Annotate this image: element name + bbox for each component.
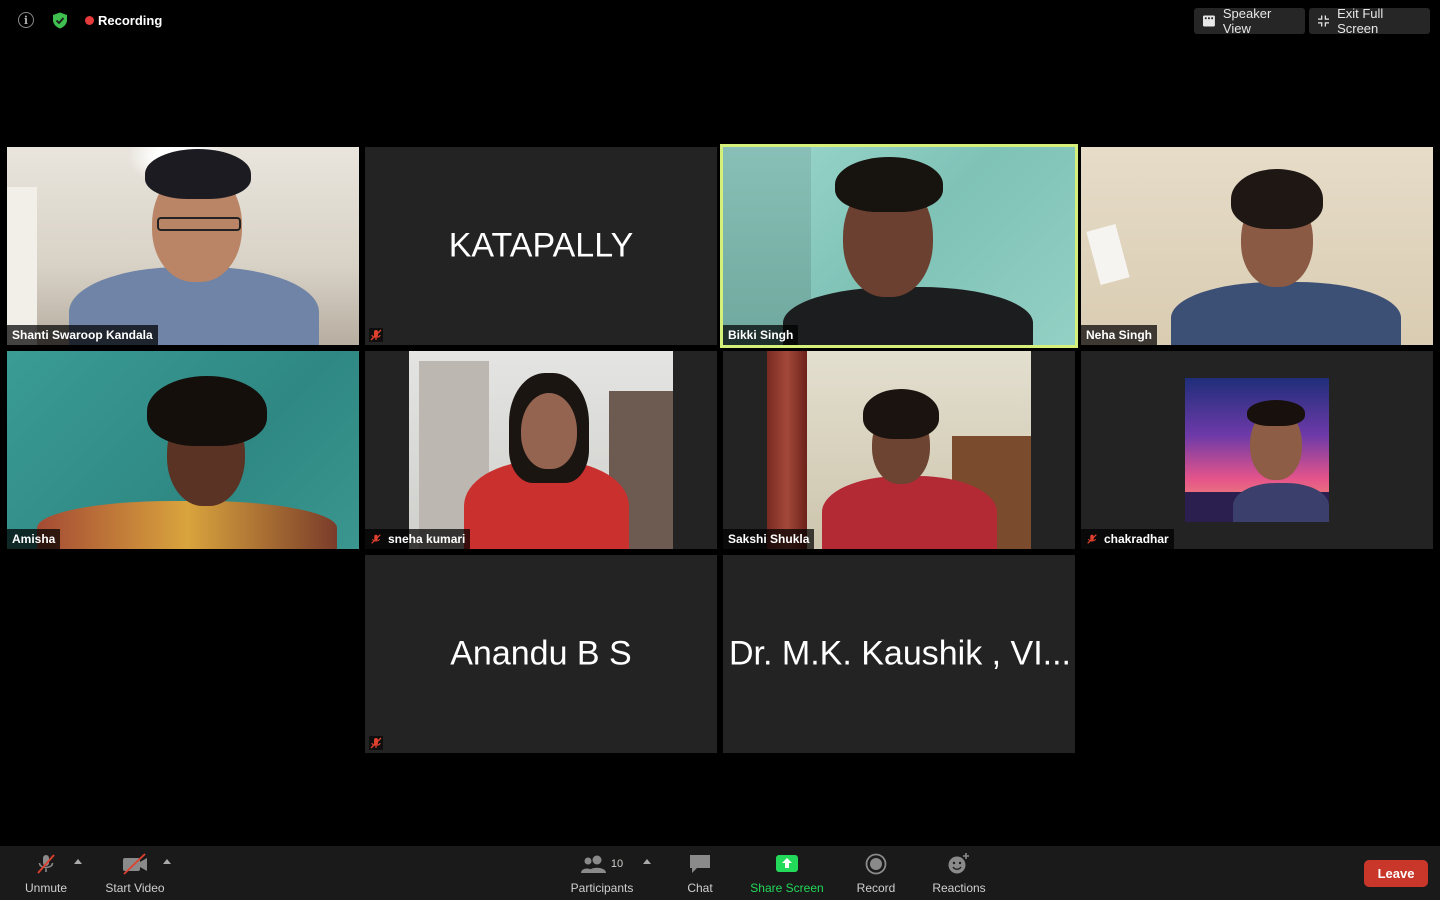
share-screen-icon bbox=[776, 855, 798, 872]
exit-full-screen-icon bbox=[1318, 15, 1330, 27]
participant-display-name: Anandu B S bbox=[450, 634, 632, 673]
share-screen-label: Share Screen bbox=[750, 881, 824, 895]
chat-icon bbox=[690, 855, 710, 873]
speaker-view-label: Speaker View bbox=[1222, 6, 1272, 36]
video-tile-anandu[interactable]: Anandu B S bbox=[365, 555, 717, 753]
top-bar: i Recording Speaker View Exit Full Scree… bbox=[0, 0, 1440, 42]
video-tile-katapally[interactable]: KATAPALLY bbox=[365, 147, 717, 345]
participants-icon bbox=[580, 855, 606, 873]
recording-dot-icon bbox=[85, 16, 94, 25]
share-screen-button[interactable]: Share Screen bbox=[747, 852, 827, 895]
participant-video bbox=[1081, 147, 1433, 345]
speaker-view-icon bbox=[1203, 15, 1215, 27]
meeting-info-icon[interactable]: i bbox=[18, 12, 34, 28]
participant-name-label: Neha Singh bbox=[1081, 325, 1158, 345]
reactions-icon bbox=[948, 853, 969, 874]
video-off-icon bbox=[123, 853, 147, 875]
participant-name-label: chakradhar bbox=[1081, 529, 1174, 549]
participants-button[interactable]: 10 Participants bbox=[566, 852, 638, 895]
speaker-view-button[interactable]: Speaker View bbox=[1194, 6, 1305, 36]
participants-label: Participants bbox=[570, 881, 634, 895]
video-tile-sakshi[interactable]: Sakshi Shukla bbox=[723, 351, 1075, 549]
muted-microphone-icon bbox=[37, 854, 55, 874]
video-tile-kaushik[interactable]: Dr. M.K. Kaushik , VI... bbox=[723, 555, 1075, 753]
participant-video bbox=[7, 147, 359, 345]
exit-full-screen-label: Exit Full Screen bbox=[1337, 6, 1384, 36]
participant-profile-picture bbox=[1185, 378, 1329, 522]
participant-video bbox=[7, 351, 359, 549]
chat-label: Chat bbox=[687, 881, 713, 895]
muted-mic-icon bbox=[1087, 534, 1097, 544]
muted-mic-icon bbox=[369, 736, 383, 750]
video-options-caret-icon[interactable] bbox=[163, 859, 171, 864]
participant-display-name: KATAPALLY bbox=[448, 226, 634, 265]
start-video-label: Start Video bbox=[105, 881, 165, 895]
participant-name-label: sneha kumari bbox=[365, 529, 471, 549]
muted-mic-icon bbox=[371, 534, 381, 544]
video-tile-chakradhar[interactable]: chakradhar bbox=[1081, 351, 1433, 549]
participant-display-name: Dr. M.K. Kaushik , VI... bbox=[729, 634, 1071, 673]
participant-name-label: Bikki Singh bbox=[723, 325, 799, 345]
meeting-toolbar: Unmute Start Video 10 Participants Chat … bbox=[0, 846, 1440, 900]
video-tile-neha[interactable]: Neha Singh bbox=[1081, 147, 1433, 345]
unmute-label: Unmute bbox=[24, 881, 68, 895]
record-label: Record bbox=[856, 881, 896, 895]
record-button[interactable]: Record bbox=[852, 852, 900, 895]
participant-video bbox=[767, 351, 1031, 549]
exit-full-screen-button[interactable]: Exit Full Screen bbox=[1309, 6, 1430, 36]
video-tile-bikki[interactable]: Bikki Singh bbox=[720, 144, 1078, 348]
reactions-button[interactable]: Reactions bbox=[928, 852, 990, 895]
muted-mic-icon bbox=[369, 328, 383, 342]
participants-count: 10 bbox=[610, 858, 624, 870]
reactions-label: Reactions bbox=[932, 881, 986, 895]
leave-button[interactable]: Leave bbox=[1364, 860, 1428, 887]
participant-name-label: Amisha bbox=[7, 529, 61, 549]
video-tile-sneha[interactable]: sneha kumari bbox=[365, 351, 717, 549]
participant-name-label: Shanti Swaroop Kandala bbox=[7, 325, 158, 345]
unmute-button[interactable]: Unmute bbox=[18, 852, 74, 895]
start-video-button[interactable]: Start Video bbox=[100, 852, 170, 895]
chat-button[interactable]: Chat bbox=[680, 852, 720, 895]
record-icon bbox=[865, 853, 887, 875]
video-tile-amisha[interactable]: Amisha bbox=[7, 351, 359, 549]
participant-video bbox=[723, 147, 1075, 345]
encryption-shield-icon[interactable] bbox=[52, 12, 68, 29]
video-tile-shanti[interactable]: Shanti Swaroop Kandala bbox=[7, 147, 359, 345]
participant-name-label: Sakshi Shukla bbox=[723, 529, 815, 549]
recording-label: Recording bbox=[98, 13, 163, 28]
audio-options-caret-icon[interactable] bbox=[74, 859, 82, 864]
participant-video bbox=[409, 351, 673, 549]
participants-options-caret-icon[interactable] bbox=[643, 859, 651, 864]
